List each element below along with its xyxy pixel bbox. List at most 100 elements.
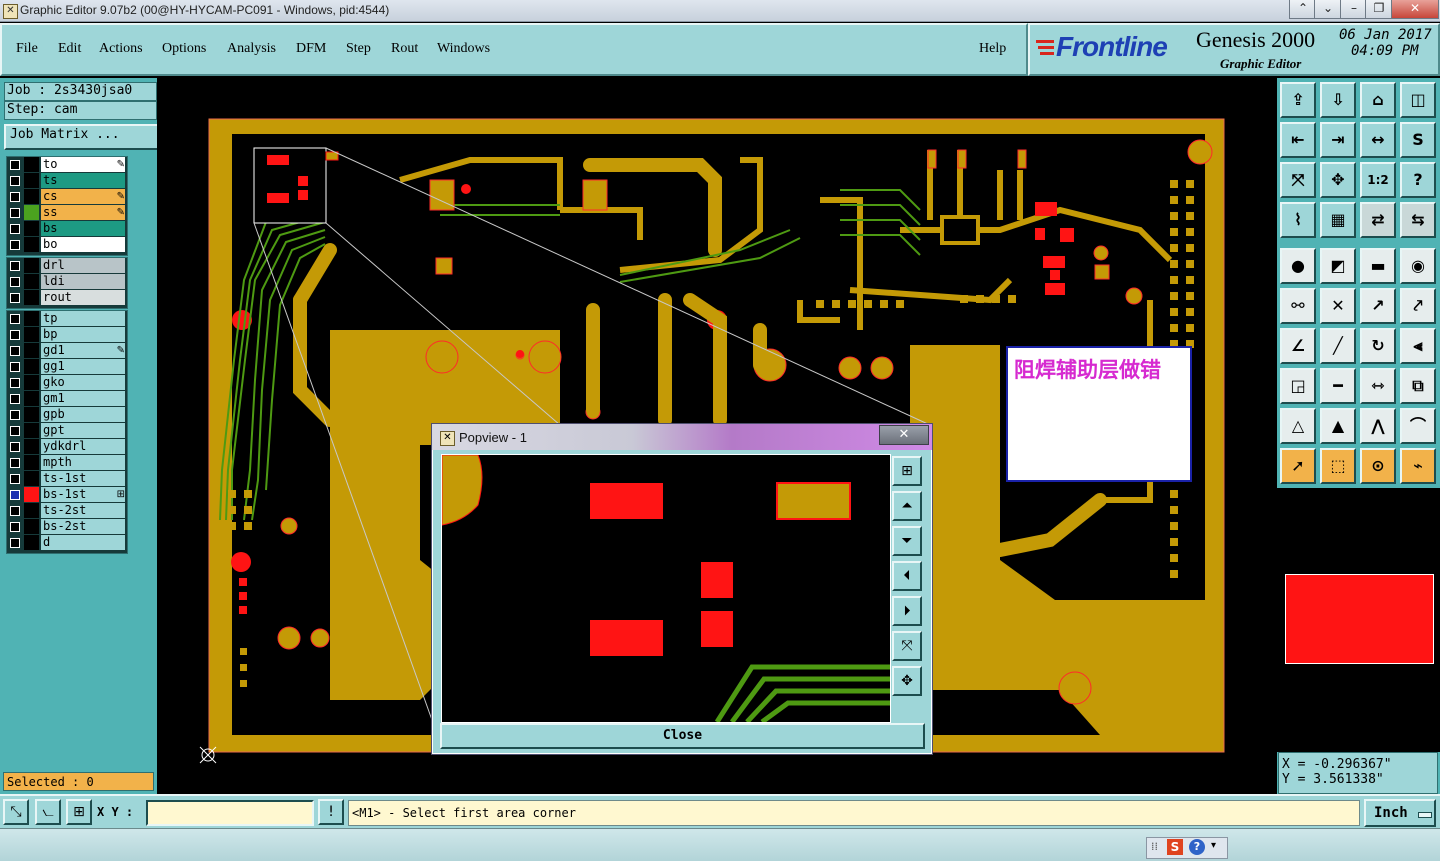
layer-checkbox[interactable]	[10, 240, 20, 250]
layer-row-ydkdrl[interactable]: ydkdrl	[7, 439, 127, 455]
layer-checkbox[interactable]	[10, 208, 20, 218]
select-icon[interactable]: ➚	[1280, 448, 1316, 484]
triangle-icon[interactable]: △	[1280, 408, 1316, 444]
measure-icon[interactable]: ⌇	[1280, 202, 1316, 238]
layer-row-to[interactable]: to ✎	[7, 157, 127, 173]
layer-row-gko[interactable]: gko	[7, 375, 127, 391]
layer-affected-toggle[interactable]	[24, 311, 39, 326]
menu-step[interactable]: Step	[346, 41, 371, 57]
layer-row-bs-1st[interactable]: bs-1st ⊞	[7, 487, 127, 503]
popview-zoom-in-icon[interactable]: ⊞	[892, 456, 922, 486]
layer-checkbox[interactable]	[10, 506, 20, 516]
popview-fit-icon[interactable]: ⤧	[892, 631, 922, 661]
corner-icon[interactable]: ◲	[1280, 368, 1316, 404]
layer-affected-toggle[interactable]	[24, 375, 39, 390]
layer-checkbox[interactable]	[10, 314, 20, 324]
group-icon[interactable]: ⧉	[1400, 368, 1436, 404]
measure-tool-icon[interactable]: ⦦	[35, 799, 61, 825]
tray-menu-icon[interactable]: ▾	[1211, 840, 1216, 851]
layer-row-gg1[interactable]: gg1	[7, 359, 127, 375]
menu-options[interactable]: Options	[162, 41, 206, 57]
layer-affected-toggle[interactable]	[24, 189, 39, 204]
net-icon[interactable]: ⚯	[1280, 288, 1316, 324]
layer-swap-icon[interactable]: ⇆	[1400, 202, 1436, 238]
caret-down-button[interactable]: ⌄	[1314, 0, 1342, 19]
select-route-icon[interactable]: ⌁	[1400, 448, 1436, 484]
layer-row-gpt[interactable]: gpt	[7, 423, 127, 439]
menu-actions[interactable]: Actions	[99, 41, 143, 57]
pan-right-icon[interactable]: ⇥	[1320, 122, 1356, 158]
line-pad-icon[interactable]: ⤤	[1400, 288, 1436, 324]
layer-row-bs[interactable]: bs	[7, 221, 127, 237]
close-window-button[interactable]: ✕	[1391, 0, 1439, 19]
snake-icon[interactable]: S	[1400, 122, 1436, 158]
popview-pan-down-icon[interactable]: ⏷	[892, 526, 922, 556]
scale-ratio-icon[interactable]: 1:2	[1360, 162, 1396, 198]
layer-affected-toggle[interactable]	[24, 343, 39, 358]
popview-zoom-home-icon[interactable]: ✥	[892, 666, 922, 696]
mirror-icon[interactable]: ↔	[1360, 122, 1396, 158]
grid-tool-icon[interactable]: ⊞	[66, 799, 92, 825]
layer-checkbox[interactable]	[10, 330, 20, 340]
layer-affected-toggle[interactable]	[24, 237, 39, 252]
shape-icon[interactable]: ◩	[1320, 248, 1356, 284]
layer-affected-toggle[interactable]	[24, 359, 39, 374]
layer-checkbox[interactable]	[10, 538, 20, 548]
layer-row-d[interactable]: d	[7, 535, 127, 551]
layer-affected-toggle[interactable]	[24, 173, 39, 188]
layer-affected-toggle[interactable]	[24, 327, 39, 342]
caret-up-button[interactable]: ⌃	[1289, 0, 1317, 19]
snap-tool-icon[interactable]: ⤡	[3, 799, 29, 825]
popview-close-x-button[interactable]: ✕	[879, 425, 929, 445]
popview-pan-left-icon[interactable]: ⏴	[892, 561, 922, 591]
layout-icon[interactable]: ◫	[1400, 82, 1436, 118]
home-icon[interactable]: ⌂	[1360, 82, 1396, 118]
popview-pan-up-icon[interactable]: ⏶	[892, 491, 922, 521]
job-matrix-button[interactable]: Job Matrix ...	[4, 124, 161, 150]
layer-affected-toggle[interactable]	[24, 290, 39, 305]
layer-checkbox[interactable]	[10, 362, 20, 372]
angle-icon[interactable]: ∠	[1280, 328, 1316, 364]
segment-icon[interactable]: ━	[1320, 368, 1356, 404]
layer-affected-toggle[interactable]	[24, 535, 39, 550]
circle-pad-icon[interactable]: ◉	[1400, 248, 1436, 284]
layer-checkbox[interactable]	[10, 394, 20, 404]
pan-left-icon[interactable]: ⇤	[1280, 122, 1316, 158]
maximize-button[interactable]: ❐	[1365, 0, 1393, 19]
layer-checkbox[interactable]	[10, 277, 20, 287]
layer-affected-toggle[interactable]	[24, 455, 39, 470]
bridge-icon[interactable]: ⌒	[1400, 408, 1436, 444]
layer-checkbox[interactable]	[10, 474, 20, 484]
menu-dfm[interactable]: DFM	[296, 41, 326, 57]
layer-row-ts-2st[interactable]: ts-2st	[7, 503, 127, 519]
layer-row-bp[interactable]: bp	[7, 327, 127, 343]
ruler-icon[interactable]: ▬	[1360, 248, 1396, 284]
zoom-home-icon[interactable]: ✥	[1320, 162, 1356, 198]
arrow-up-icon[interactable]: ▲	[1320, 408, 1356, 444]
menu-help[interactable]: Help	[979, 41, 1006, 57]
layer-row-ss[interactable]: ss ✎	[7, 205, 127, 221]
layer-checkbox[interactable]	[10, 442, 20, 452]
layer-affected-toggle[interactable]	[24, 205, 39, 220]
layer-affected-toggle[interactable]	[24, 221, 39, 236]
line-icon[interactable]: ╱	[1320, 328, 1356, 364]
fit-screen-icon[interactable]: ⤧	[1280, 162, 1316, 198]
cross-icon[interactable]: ✕	[1320, 288, 1356, 324]
layer-row-ldi[interactable]: ldi	[7, 274, 127, 290]
select-box-icon[interactable]: ⬚	[1320, 448, 1356, 484]
menu-windows[interactable]: Windows	[437, 41, 490, 57]
layer-checkbox[interactable]	[10, 522, 20, 532]
layer-affected-toggle[interactable]	[24, 157, 39, 172]
layer-affected-toggle[interactable]	[24, 423, 39, 438]
layer-checkbox[interactable]	[10, 378, 20, 388]
menu-analysis[interactable]: Analysis	[227, 41, 276, 57]
menu-rout[interactable]: Rout	[391, 41, 418, 57]
layer-affected-toggle[interactable]	[24, 274, 39, 289]
layer-affected-toggle[interactable]	[24, 391, 39, 406]
layer-row-mpth[interactable]: mpth	[7, 455, 127, 471]
peak-icon[interactable]: ⋀	[1360, 408, 1396, 444]
xy-input[interactable]	[146, 800, 314, 826]
layer-row-bs-2st[interactable]: bs-2st	[7, 519, 127, 535]
layer-row-gd1[interactable]: gd1 ✎	[7, 343, 127, 359]
popview-pan-right-icon[interactable]: ⏵	[892, 596, 922, 626]
